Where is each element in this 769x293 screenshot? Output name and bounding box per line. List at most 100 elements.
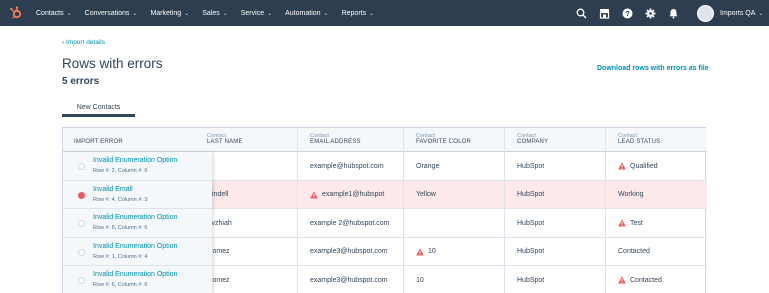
cell-company: HubSpot [517, 191, 545, 198]
cell-lead-status: Qualified [618, 152, 658, 180]
help-icon[interactable]: ? [620, 6, 634, 20]
nav-item-automation[interactable]: Automation ⌄ [285, 10, 328, 17]
lead-status-value: Test [630, 219, 643, 227]
error-location: Row #: 1, Column #: 4 [93, 253, 148, 260]
nav-item-label: Marketing [150, 9, 182, 17]
row-select-radio[interactable] [78, 248, 85, 256]
svg-text:?: ? [625, 9, 630, 18]
chevron-down-icon: ⌄ [66, 10, 72, 17]
settings-gear-icon[interactable] [643, 6, 657, 20]
favorite-color-value: 10 [428, 248, 436, 255]
cell-favorite-color: 10 [416, 276, 424, 284]
chevron-down-icon: ⌄ [323, 10, 329, 17]
error-type-link[interactable]: Invalid Email [93, 186, 133, 193]
column-header-label: COMPANY [517, 139, 549, 145]
import-error-cell: Invalid Email Row #: 4, Column #: 3 [63, 180, 212, 209]
cell-favorite-color: Yellow [416, 191, 436, 198]
row-select-radio[interactable] [78, 191, 85, 199]
nav-item-label: Conversations [84, 9, 130, 17]
error-location: Row #: 6, Column #: 6 [93, 282, 148, 288]
lead-status-value: Qualified [630, 162, 658, 170]
nav-utility-icons: ? [574, 0, 689, 26]
marketplace-icon[interactable] [597, 6, 611, 20]
column-header-last-name[interactable]: Contact LAST NAME [207, 128, 243, 152]
row-select-radio[interactable] [78, 220, 85, 227]
warning-icon [618, 276, 626, 284]
chevron-down-icon: ⌄ [222, 10, 228, 17]
import-error-cell: Invalid Enumeration Option Row #: 2, Col… [63, 152, 212, 181]
cell-email: example1@hubspot [310, 181, 384, 209]
row-select-radio[interactable] [78, 277, 85, 284]
table-header: IMPORT ERROR Contact LAST NAME Contact E… [63, 128, 707, 152]
top-navigation-bar: Contacts ⌄ Conversations ⌄ Marketing ⌄ Sale… [0, 0, 769, 26]
chevron-down-icon: ⌄ [132, 10, 138, 17]
nav-item-contacts[interactable]: Contacts ⌄ [36, 10, 72, 17]
account-name: Imports QA [720, 9, 756, 17]
cell-lead-status: Test [618, 209, 643, 237]
cell-lead-status: Working [618, 191, 644, 198]
error-location: Row #: 4, Column #: 3 [93, 196, 148, 203]
nav-item-reports[interactable]: Reports ⌄ [342, 10, 375, 17]
active-tab-indicator [62, 114, 135, 117]
column-header-label: EMAIL ADDRESS [310, 139, 361, 145]
error-type-link[interactable]: Invalid Enumeration Option [93, 214, 177, 221]
column-header-lead-status[interactable]: Contact LEAD STATUS [618, 128, 660, 152]
hubspot-logo-icon[interactable] [8, 5, 24, 21]
error-type-link[interactable]: Invalid Enumeration Option [93, 271, 177, 278]
error-type-link[interactable]: Invalid Enumeration Option [93, 243, 177, 250]
cell-lead-status: Contacted [618, 266, 662, 293]
cell-email: example3@hubspot.com [310, 248, 388, 255]
notifications-bell-icon[interactable] [666, 6, 680, 20]
import-details-back-link[interactable]: ‹ Import details [62, 39, 105, 46]
cell-email: example 2@hubspot.com [310, 219, 390, 227]
chevron-down-icon: ⌄ [758, 10, 764, 17]
row-select-radio[interactable] [78, 163, 85, 170]
email-value: example1@hubspot [322, 191, 385, 198]
nav-item-label: Service [240, 9, 265, 17]
cell-email: example@hubspot.com [310, 162, 384, 170]
avatar [697, 4, 714, 22]
cell-lead-status: Contacted [618, 248, 650, 255]
import-error-cell: Invalid Enumeration Option Row #: 6, Col… [63, 266, 212, 293]
warning-icon [618, 162, 626, 170]
nav-item-label: Reports [341, 9, 367, 17]
cell-favorite-color: 10 [416, 238, 436, 266]
column-header-favorite-color[interactable]: Contact FAVORITE COLOR [416, 128, 471, 152]
error-type-link[interactable]: Invalid Enumeration Option [93, 157, 177, 164]
nav-item-sales[interactable]: Sales ⌄ [202, 10, 228, 17]
errors-count: 5 errors [62, 76, 100, 87]
column-header-label: FAVORITE COLOR [416, 139, 472, 145]
column-header-company[interactable]: Contact COMPANY [517, 128, 548, 152]
error-location: Row #: 5, Column #: 6 [93, 225, 148, 231]
import-error-cell: Invalid Enumeration Option Row #: 1, Col… [63, 237, 212, 266]
column-divider [605, 128, 606, 293]
nav-item-label: Automation [285, 9, 321, 17]
cell-company: HubSpot [517, 276, 545, 284]
download-errors-link[interactable]: Download rows with errors as file [597, 65, 709, 72]
warning-icon [416, 247, 424, 255]
chevron-down-icon: ⌄ [369, 10, 375, 17]
lead-status-value: Contacted [630, 276, 662, 284]
column-divider [504, 128, 505, 293]
account-menu[interactable]: Imports QA ⌄ [697, 4, 763, 22]
column-header-label: LEAD STATUS [618, 139, 661, 145]
nav-item-service[interactable]: Service ⌄ [241, 10, 272, 17]
column-header-email-address[interactable]: Contact EMAIL ADDRESS [310, 128, 361, 152]
column-header-label: LAST NAME [207, 139, 243, 145]
column-header-import-error[interactable]: IMPORT ERROR [74, 128, 123, 152]
nav-item-marketing[interactable]: Marketing ⌄ [150, 10, 189, 17]
import-error-column: Invalid Enumeration Option Row #: 2, Col… [63, 152, 212, 293]
page-title: Rows with errors [62, 56, 163, 71]
column-divider [403, 128, 404, 293]
warning-icon [310, 190, 318, 198]
cell-favorite-color: Orange [416, 162, 440, 170]
warning-icon [618, 219, 626, 227]
errors-table: IMPORT ERROR Contact LAST NAME Contact E… [62, 127, 707, 293]
cell-email: example3@hubspot.com [310, 276, 388, 284]
cell-company: HubSpot [517, 248, 545, 255]
nav-item-label: Sales [202, 9, 220, 17]
nav-item-conversations[interactable]: Conversations ⌄ [85, 10, 138, 17]
import-error-cell: Invalid Enumeration Option Row #: 5, Col… [63, 209, 212, 238]
search-icon[interactable] [574, 6, 588, 20]
nav-item-label: Contacts [36, 9, 64, 17]
